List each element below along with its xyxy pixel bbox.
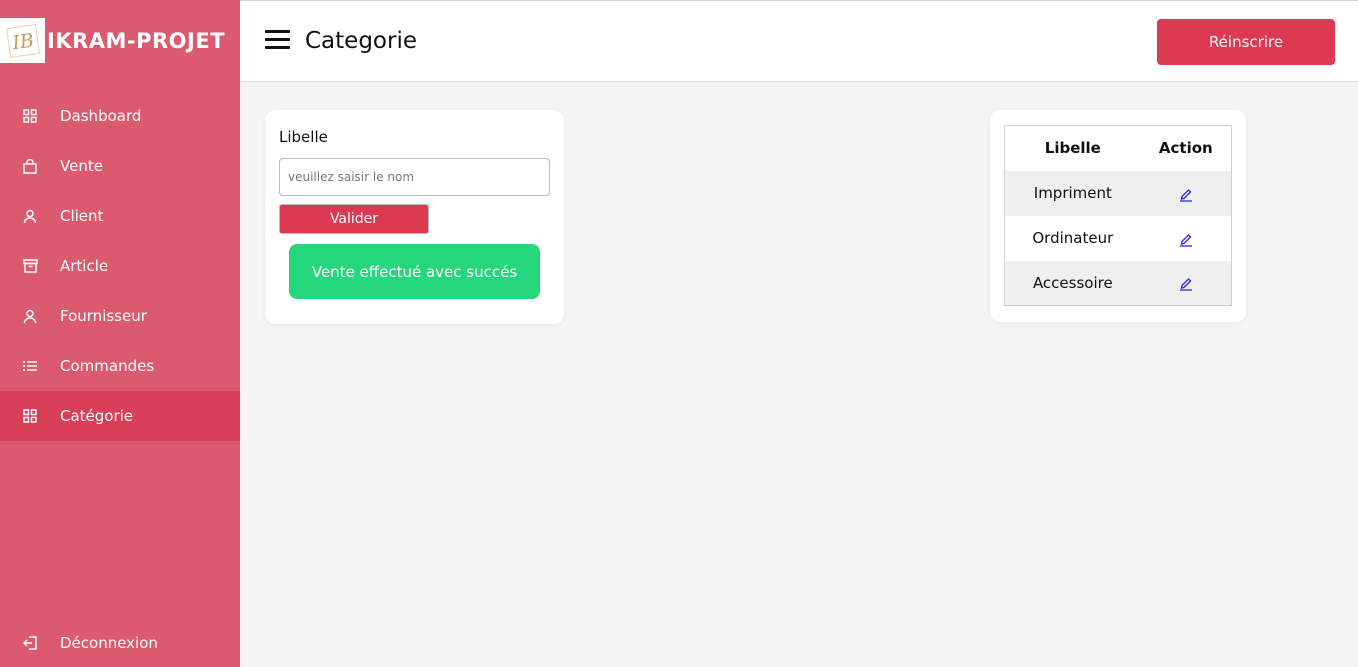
category-table-card: Libelle Action Impriment Ordinateur Acce… xyxy=(990,110,1246,322)
sidebar-item-label: Dashboard xyxy=(60,107,142,125)
sidebar-item-label: Article xyxy=(60,257,109,275)
sidebar: IB IKRAM-PROJET Dashboard Vente Client A… xyxy=(0,0,240,667)
sidebar-item-label: Client xyxy=(60,207,104,225)
edit-icon[interactable] xyxy=(1179,275,1193,291)
cell-libelle: Ordinateur xyxy=(1032,229,1114,247)
column-header-action: Action xyxy=(1158,139,1213,158)
sidebar-item-categorie[interactable]: Catégorie xyxy=(0,391,240,441)
cell-action xyxy=(1141,261,1232,306)
brand-logo: IB xyxy=(0,18,45,63)
edit-icon[interactable] xyxy=(1179,186,1193,202)
hamburger-menu-icon[interactable] xyxy=(265,30,290,52)
edit-icon[interactable] xyxy=(1179,231,1193,247)
sidebar-item-label: Vente xyxy=(60,157,103,175)
table-row: Impriment xyxy=(1004,170,1232,216)
sidebar-nav: Dashboard Vente Client Article Fournisse… xyxy=(0,91,240,441)
user-icon xyxy=(22,208,38,224)
top-bar: Categorie Réinscrire xyxy=(240,0,1358,82)
grid-icon xyxy=(22,408,38,424)
logout-label: Déconnexion xyxy=(60,634,158,652)
column-header-libelle: Libelle xyxy=(1044,139,1101,158)
reinscrire-button[interactable]: Réinscrire xyxy=(1157,19,1335,65)
table-row: Ordinateur xyxy=(1004,215,1232,261)
sidebar-item-label: Commandes xyxy=(60,357,155,375)
bag-icon xyxy=(22,158,38,174)
sidebar-item-article[interactable]: Article xyxy=(0,241,240,291)
page-title: Categorie xyxy=(305,28,417,54)
archive-icon xyxy=(22,258,38,274)
table-row: Accessoire xyxy=(1004,260,1232,306)
cell-action xyxy=(1141,216,1232,261)
logout-button[interactable]: Déconnexion xyxy=(0,618,240,667)
category-table: Libelle Action Impriment Ordinateur Acce… xyxy=(1004,125,1232,306)
cell-action xyxy=(1141,171,1232,216)
sidebar-item-dashboard[interactable]: Dashboard xyxy=(0,91,240,141)
sidebar-item-label: Fournisseur xyxy=(60,307,147,325)
logo-mark: IB xyxy=(5,23,40,58)
brand: IB IKRAM-PROJET xyxy=(0,0,240,82)
table-header-row: Libelle Action xyxy=(1005,126,1232,171)
sidebar-item-fournisseur[interactable]: Fournisseur xyxy=(0,291,240,341)
libelle-input[interactable] xyxy=(279,158,550,196)
brand-name: IKRAM-PROJET xyxy=(47,29,226,53)
success-alert: Vente effectué avec succés xyxy=(289,244,540,299)
libelle-label: Libelle xyxy=(279,128,328,146)
sidebar-item-client[interactable]: Client xyxy=(0,191,240,241)
sidebar-item-vente[interactable]: Vente xyxy=(0,141,240,191)
valider-button[interactable]: Valider xyxy=(279,204,429,234)
user-icon xyxy=(22,308,38,324)
logout-icon xyxy=(22,635,38,651)
grid-icon xyxy=(22,108,38,124)
sidebar-item-commandes[interactable]: Commandes xyxy=(0,341,240,391)
cell-libelle: Accessoire xyxy=(1032,273,1113,292)
sidebar-item-label: Catégorie xyxy=(60,407,134,425)
category-form-card: Libelle Valider Vente effectué avec succ… xyxy=(265,110,564,324)
list-icon xyxy=(22,358,38,374)
cell-libelle: Impriment xyxy=(1033,184,1112,202)
